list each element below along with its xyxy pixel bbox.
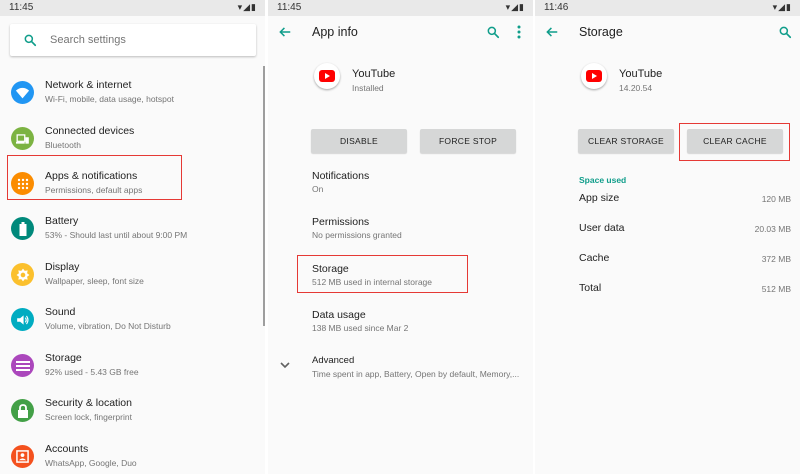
- back-arrow-icon[interactable]: [545, 25, 559, 39]
- status-bar: 11:45 ▾◢▮: [0, 0, 265, 16]
- row-label: User data: [579, 222, 625, 234]
- row-value: 20.03 MB: [754, 224, 791, 234]
- settings-item-subtitle: Wallpaper, sleep, font size: [45, 276, 144, 286]
- settings-item-subtitle: Bluetooth: [45, 140, 81, 150]
- search-bar[interactable]: [10, 24, 256, 56]
- item-title: Advanced: [312, 355, 355, 366]
- app-header: YouTube Installed: [268, 60, 533, 104]
- row-label: Total: [579, 282, 602, 294]
- app-bar: App info: [268, 16, 533, 50]
- disable-button[interactable]: DISABLE: [311, 129, 407, 153]
- settings-item-subtitle: Screen lock, fingerprint: [45, 412, 132, 422]
- search-icon: [24, 34, 37, 47]
- storage-row-app-size: App size 120 MB: [579, 192, 791, 210]
- storage-row-cache: Cache 372 MB: [579, 252, 791, 270]
- app-info-item-permissions[interactable]: Permissions No permissions granted: [312, 216, 532, 252]
- settings-item-network[interactable]: Network & internet Wi-Fi, mobile, data u…: [0, 77, 262, 123]
- status-bar: 11:46 ▾◢▮: [535, 0, 800, 16]
- search-icon[interactable]: [778, 25, 792, 39]
- devices-icon: [11, 127, 34, 150]
- status-icons: ▾◢▮: [237, 2, 257, 12]
- status-time: 11:46: [544, 2, 569, 13]
- settings-item-title: Storage: [45, 352, 82, 364]
- app-info-item-data-usage[interactable]: Data usage 138 MB used since Mar 2: [312, 309, 532, 345]
- section-header: Space used: [579, 175, 627, 185]
- item-subtitle: Time spent in app, Battery, Open by defa…: [312, 369, 520, 379]
- settings-item-title: Battery: [45, 215, 79, 227]
- settings-item-subtitle: Wi-Fi, mobile, data usage, hotspot: [45, 94, 174, 104]
- clear-storage-button[interactable]: CLEAR STORAGE: [578, 129, 674, 153]
- battery-icon: [11, 217, 34, 240]
- settings-item-title: Connected devices: [45, 125, 135, 137]
- app-bar: Storage: [535, 16, 800, 50]
- more-options-icon[interactable]: [517, 25, 521, 39]
- settings-item-title: Security & location: [45, 397, 132, 409]
- status-bar: 11:45 ▾◢▮: [268, 0, 533, 16]
- highlight-apps-notifications: [7, 155, 182, 200]
- page-title: Storage: [579, 25, 623, 39]
- app-name: YouTube: [619, 68, 663, 80]
- row-value: 120 MB: [761, 194, 791, 204]
- settings-panel: 11:45 ▾◢▮ Network & internet Wi-Fi, mobi…: [0, 0, 265, 474]
- settings-item-storage[interactable]: Storage 92% used - 5.43 GB free: [0, 350, 262, 396]
- search-icon[interactable]: [486, 25, 500, 39]
- youtube-logo-icon: [314, 63, 340, 89]
- row-label: App size: [579, 192, 620, 204]
- status-time: 11:45: [9, 2, 34, 13]
- volume-icon: [11, 308, 34, 331]
- item-title: Permissions: [312, 216, 370, 228]
- row-value: 372 MB: [761, 254, 791, 264]
- item-title: Data usage: [312, 309, 366, 321]
- status-icons: ▾◢▮: [772, 2, 792, 12]
- settings-item-subtitle: 53% - Should last until about 9:00 PM: [45, 230, 188, 240]
- app-name: YouTube: [352, 68, 396, 80]
- item-subtitle: On: [312, 184, 324, 194]
- app-info-item-advanced[interactable]: Advanced Time spent in app, Battery, Ope…: [312, 355, 532, 391]
- highlight-clear-cache: [679, 123, 790, 161]
- app-status: Installed: [352, 83, 384, 93]
- row-value: 512 MB: [761, 284, 791, 294]
- settings-item-subtitle: 92% used - 5.43 GB free: [45, 367, 139, 377]
- settings-item-accounts[interactable]: Accounts WhatsApp, Google, Duo: [0, 441, 262, 474]
- settings-item-subtitle: WhatsApp, Google, Duo: [45, 458, 137, 468]
- back-arrow-icon[interactable]: [278, 25, 292, 39]
- item-title: Notifications: [312, 170, 370, 182]
- page-title: App info: [312, 25, 358, 39]
- settings-item-sound[interactable]: Sound Volume, vibration, Do Not Disturb: [0, 304, 262, 350]
- settings-item-title: Accounts: [45, 443, 89, 455]
- highlight-storage: [297, 255, 468, 293]
- settings-item-title: Network & internet: [45, 79, 132, 91]
- status-time: 11:45: [277, 2, 302, 13]
- row-label: Cache: [579, 252, 610, 264]
- storage-row-user-data: User data 20.03 MB: [579, 222, 791, 240]
- search-input[interactable]: [50, 30, 246, 50]
- force-stop-button[interactable]: FORCE STOP: [420, 129, 516, 153]
- storage-icon: [11, 354, 34, 377]
- lock-icon: [11, 399, 34, 422]
- wifi-icon: [11, 81, 34, 104]
- brightness-icon: [11, 263, 34, 286]
- app-version: 14.20.54: [619, 83, 653, 93]
- item-subtitle: No permissions granted: [312, 230, 402, 240]
- settings-item-battery[interactable]: Battery 53% - Should last until about 9:…: [0, 213, 262, 259]
- account-icon: [11, 445, 34, 468]
- app-info-item-notifications[interactable]: Notifications On: [312, 170, 532, 206]
- storage-panel: 11:46 ▾◢▮ Storage YouTube 14.20.54 CLEAR…: [535, 0, 800, 474]
- settings-item-display[interactable]: Display Wallpaper, sleep, font size: [0, 259, 262, 305]
- settings-item-security[interactable]: Security & location Screen lock, fingerp…: [0, 395, 262, 441]
- chevron-down-icon[interactable]: [280, 362, 290, 369]
- settings-item-subtitle: Volume, vibration, Do Not Disturb: [45, 321, 171, 331]
- storage-row-total: Total 512 MB: [579, 282, 791, 300]
- settings-item-title: Display: [45, 261, 80, 273]
- item-subtitle: 138 MB used since Mar 2: [312, 323, 409, 333]
- status-icons: ▾◢▮: [505, 2, 525, 12]
- app-info-panel: 11:45 ▾◢▮ App info YouTube Installed DIS…: [268, 0, 533, 474]
- youtube-logo-icon: [581, 63, 607, 89]
- app-header: YouTube 14.20.54: [535, 60, 800, 104]
- settings-item-title: Sound: [45, 306, 76, 318]
